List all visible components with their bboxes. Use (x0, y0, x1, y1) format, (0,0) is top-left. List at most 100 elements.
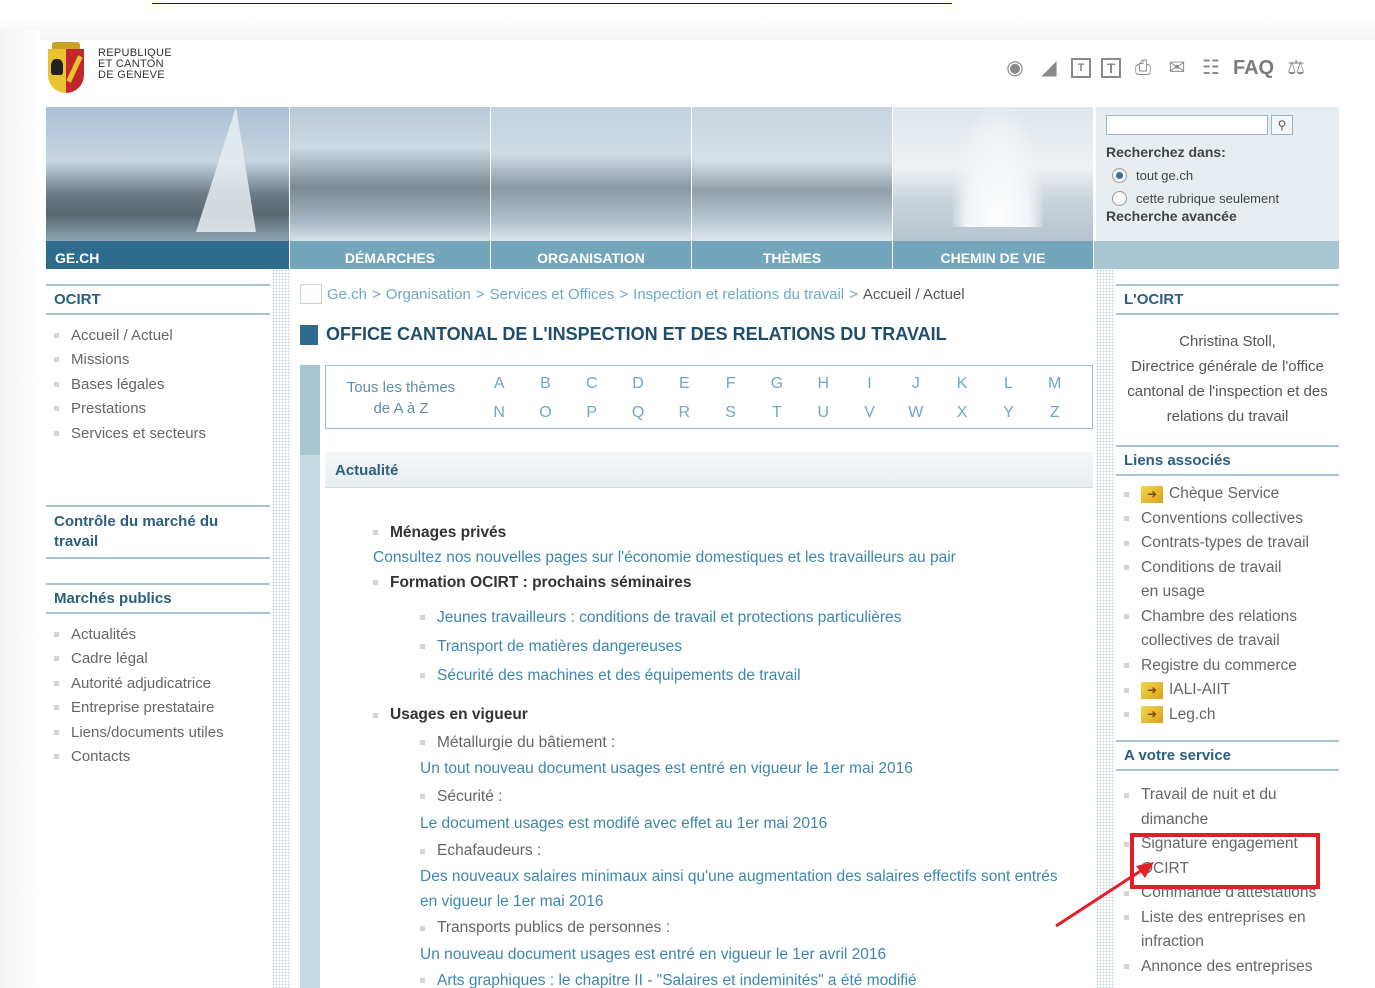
breadcrumb-link[interactable]: Ge.ch (327, 286, 367, 303)
link-iali[interactable]: ➜ IALI-AIIT (1124, 678, 1339, 703)
link-legch[interactable]: ➜ Leg.ch (1124, 703, 1339, 728)
breadcrumb-link[interactable]: Organisation (386, 286, 471, 303)
news-link[interactable]: Un nouveau document usages est entré en … (355, 941, 1085, 968)
alphabet-letter-g[interactable]: G (754, 369, 800, 398)
alphabet-letter-y[interactable]: Y (985, 398, 1031, 427)
link-annonce[interactable]: Annonce des entreprises (1124, 955, 1339, 980)
link-conditions-cont[interactable]: en usage (1124, 580, 1339, 605)
alphabet-letter-m[interactable]: M (1032, 369, 1078, 398)
print-icon[interactable]: ⎙ (1131, 56, 1155, 80)
link-travail-nuit-cont[interactable]: dimanche (1124, 808, 1339, 833)
sidebar-item-accueil[interactable]: Accueil / Actuel (54, 323, 270, 348)
alphabet-letter-k[interactable]: K (939, 369, 985, 398)
legal-scales-icon[interactable]: ⚖ (1284, 56, 1308, 80)
alphabet-letter-i[interactable]: I (846, 369, 892, 398)
news-link-text[interactable]: Jeunes travailleurs : conditions de trav… (437, 609, 901, 627)
news-link-text[interactable]: Un tout nouveau document usages est entr… (420, 760, 913, 778)
alphabet-letter-o[interactable]: O (522, 398, 568, 427)
sidebar-item-services[interactable]: Services et secteurs (54, 421, 270, 446)
alphabet-letter-n[interactable]: N (476, 398, 522, 427)
news-link[interactable]: Transport de matières dangereuses (355, 632, 1085, 661)
link-registre[interactable]: Registre du commerce (1124, 654, 1339, 679)
alphabet-letter-q[interactable]: Q (615, 398, 661, 427)
sidebar-item-contacts[interactable]: Contacts (54, 745, 270, 770)
alphabet-letter-r[interactable]: R (661, 398, 707, 427)
sidebar-item-cadre-legal[interactable]: Cadre légal (54, 647, 270, 672)
alphabet-letter-w[interactable]: W (893, 398, 939, 427)
breadcrumb-link[interactable]: Services et Offices (490, 286, 615, 303)
text-small-icon[interactable]: T (1071, 58, 1091, 78)
news-link[interactable]: Des nouveaux salaires minimaux ainsi qu'… (355, 864, 1085, 889)
nav-home[interactable]: GE.CH (46, 241, 290, 269)
link-cheque-service[interactable]: ➜ Chèque Service (1124, 482, 1339, 507)
news-link[interactable]: Jeunes travailleurs : conditions de trav… (355, 603, 1085, 632)
nav-demarches[interactable]: DÉMARCHES (290, 241, 491, 269)
news-link[interactable]: Arts graphiques : le chapitre II - "Sala… (355, 968, 1085, 988)
alphabet-letter-t[interactable]: T (754, 398, 800, 427)
news-link-text[interactable]: Un nouveau document usages est entré en … (420, 946, 886, 964)
sidebar-item-bases-legales[interactable]: Bases légales (54, 372, 270, 397)
alphabet-all-themes-link[interactable]: Tous les thèmes de A à Z (326, 366, 476, 428)
search-input[interactable] (1106, 115, 1268, 135)
search-option-all[interactable]: tout ge.ch (1112, 168, 1329, 183)
sidebar-item-missions[interactable]: Missions (54, 348, 270, 373)
sidebar-item-liens[interactable]: Liens/documents utiles (54, 720, 270, 745)
news-link-text[interactable]: Sécurité des machines et des équipements… (437, 667, 801, 685)
alphabet-letter-u[interactable]: U (800, 398, 846, 427)
contrast-icon[interactable]: ◢ (1037, 56, 1061, 80)
news-link[interactable]: Un tout nouveau document usages est entr… (355, 755, 1085, 783)
link-conditions[interactable]: Conditions de travail (1124, 556, 1339, 581)
sidebar-item-autorite[interactable]: Autorité adjudicatrice (54, 671, 270, 696)
nav-themes[interactable]: THÈMES (692, 241, 893, 269)
alphabet-letter-x[interactable]: X (939, 398, 985, 427)
news-link-text[interactable]: Transport de matières dangereuses (437, 638, 682, 656)
alphabet-letter-h[interactable]: H (800, 369, 846, 398)
alphabet-letter-d[interactable]: D (615, 369, 661, 398)
alphabet-letter-e[interactable]: E (661, 369, 707, 398)
sidebar-title-ocirt[interactable]: OCIRT (46, 284, 270, 315)
news-link[interactable]: Sécurité des machines et des équipements… (355, 661, 1085, 690)
alphabet-letter-a[interactable]: A (476, 369, 522, 398)
sidebar-title-controle[interactable]: Contrôle du marché du travail (46, 505, 270, 559)
sidebar-item-entreprise[interactable]: Entreprise prestataire (54, 696, 270, 721)
news-link-text[interactable]: en vigueur le 1er mai 2016 (420, 893, 604, 911)
alphabet-letter-z[interactable]: Z (1032, 398, 1078, 427)
mail-icon[interactable]: ✉ (1165, 56, 1189, 80)
news-link[interactable]: Consultez nos nouvelles pages sur l'écon… (355, 545, 1085, 570)
link-contrats-types[interactable]: Contrats-types de travail (1124, 531, 1339, 556)
faq-link[interactable]: FAQ (1233, 56, 1274, 80)
breadcrumb-link[interactable]: Inspection et relations du travail (633, 286, 844, 303)
sitemap-icon[interactable]: ☷ (1199, 56, 1223, 80)
news-link-text[interactable]: Arts graphiques : le chapitre II - "Sala… (437, 972, 917, 988)
news-link[interactable]: en vigueur le 1er mai 2016 (355, 889, 1085, 915)
nav-organisation[interactable]: ORGANISATION (491, 241, 692, 269)
news-link-text[interactable]: Le document usages est modifé avec effet… (420, 815, 827, 833)
alphabet-letter-s[interactable]: S (707, 398, 753, 427)
advanced-search-link[interactable]: Recherche avancée (1106, 208, 1329, 224)
alphabet-letter-p[interactable]: P (569, 398, 615, 427)
alphabet-letter-v[interactable]: V (846, 398, 892, 427)
link-chambre-cont[interactable]: collectives de travail (1124, 629, 1339, 654)
radio-selected[interactable] (1112, 168, 1127, 183)
sidebar-item-prestations[interactable]: Prestations (54, 397, 270, 422)
search-option-section[interactable]: cette rubrique seulement (1112, 191, 1329, 206)
link-conventions[interactable]: Conventions collectives (1124, 507, 1339, 532)
news-link[interactable]: Le document usages est modifé avec effet… (355, 810, 1085, 838)
sidebar-item-actualites[interactable]: Actualités (54, 622, 270, 647)
eye-icon[interactable]: ◉ (1003, 56, 1027, 80)
text-large-icon[interactable]: T (1101, 58, 1121, 78)
link-liste-entreprises-cont[interactable]: infraction (1124, 930, 1339, 955)
news-link-text[interactable]: Consultez nos nouvelles pages sur l'écon… (373, 549, 956, 567)
alphabet-letter-f[interactable]: F (707, 369, 753, 398)
nav-chemin-de-vie[interactable]: CHEMIN DE VIE (893, 241, 1094, 269)
geneva-logo[interactable]: REPUBLIQUE ET CANTON DE GENEVE (46, 42, 172, 96)
alphabet-letter-l[interactable]: L (985, 369, 1031, 398)
sidebar-title-marches-publics[interactable]: Marchés publics (46, 583, 270, 614)
link-travail-nuit[interactable]: Travail de nuit et du (1124, 783, 1339, 808)
news-link-text[interactable]: Des nouveaux salaires minimaux ainsi qu'… (420, 868, 1058, 886)
alphabet-letter-c[interactable]: C (569, 369, 615, 398)
alphabet-letter-b[interactable]: B (522, 369, 568, 398)
alphabet-letter-j[interactable]: J (893, 369, 939, 398)
link-chambre[interactable]: Chambre des relations (1124, 605, 1339, 630)
search-icon[interactable]: ⚲ (1271, 115, 1293, 135)
